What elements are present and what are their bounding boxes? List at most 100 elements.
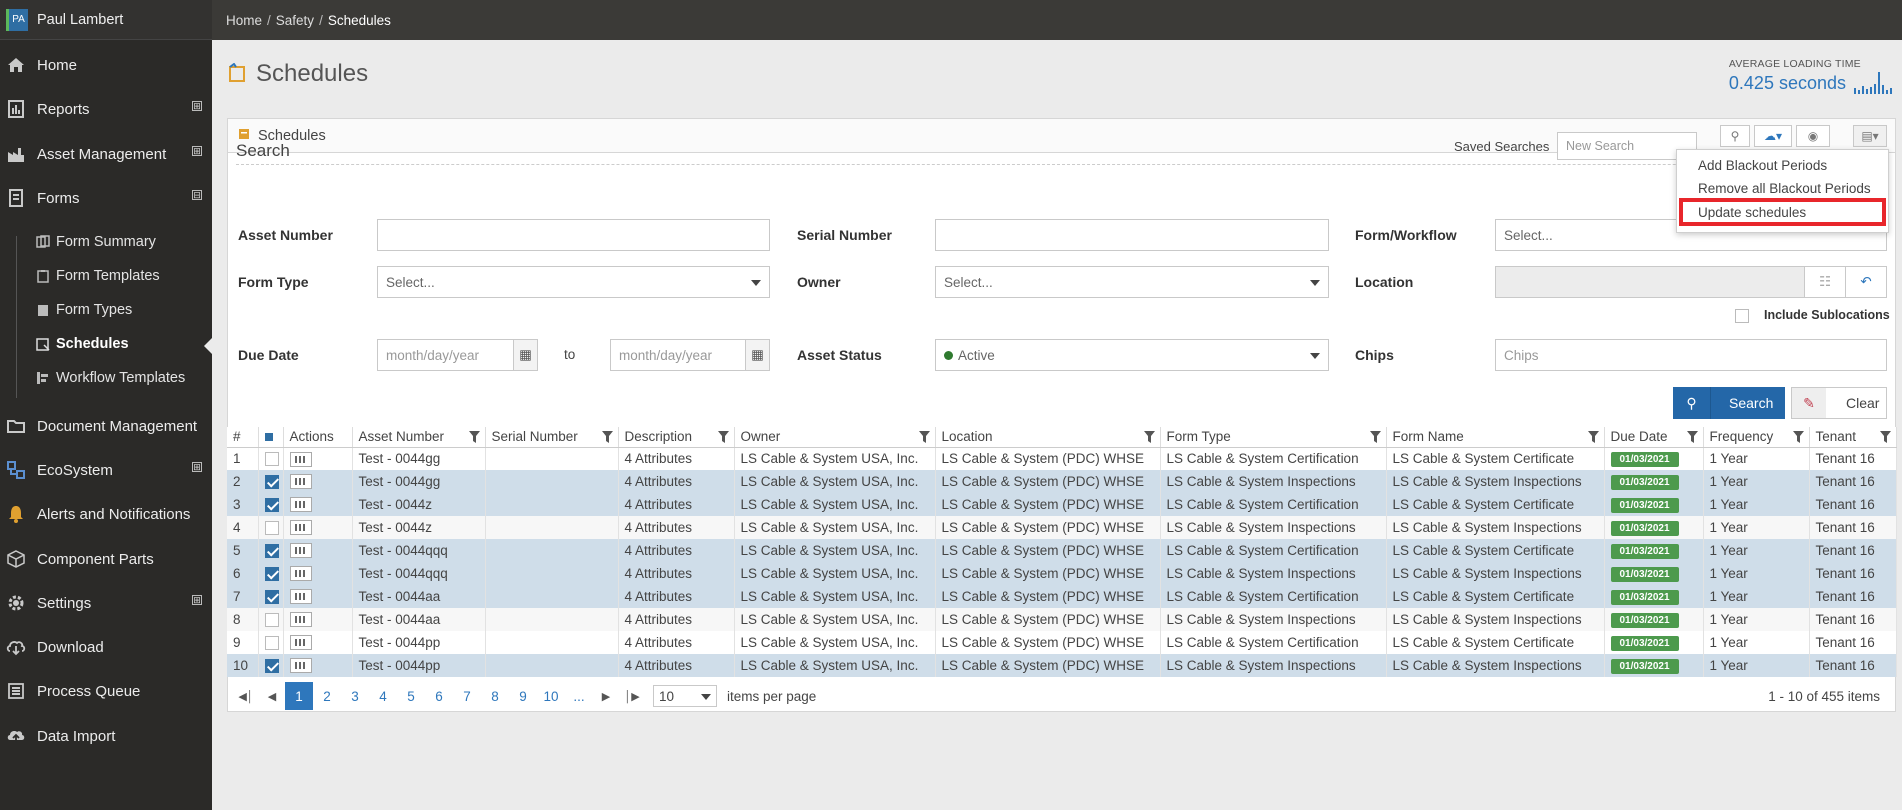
table-row[interactable]: 5 Test - 0044qqq 4 Attributes LS Cable & Sy… — [227, 539, 1897, 562]
row-select-checkbox[interactable] — [264, 521, 279, 536]
page-2[interactable]: 2 — [313, 682, 341, 710]
row-select-checkbox[interactable] — [264, 636, 279, 651]
next-page-button[interactable]: ▶ — [593, 682, 619, 710]
column-header-tenant[interactable]: Tenant — [1809, 427, 1897, 448]
filter-icon[interactable] — [1792, 431, 1804, 443]
location-tree-button[interactable]: ☷ — [1804, 266, 1846, 298]
row-actions-icon[interactable] — [289, 520, 312, 536]
owner-select[interactable]: Select... — [935, 266, 1329, 298]
breadcrumb-home[interactable]: Home — [226, 13, 262, 28]
expand-icon[interactable]: ⊞ — [192, 462, 202, 472]
table-row[interactable]: 2 Test - 0044gg 4 Attributes LS Cable & Sys… — [227, 470, 1897, 493]
row-select-checkbox[interactable] — [264, 659, 279, 674]
filter-icon[interactable] — [1143, 431, 1155, 443]
filter-icon[interactable] — [468, 431, 480, 443]
filter-icon[interactable] — [601, 431, 613, 443]
page-6[interactable]: 6 — [425, 682, 453, 710]
sidebar-item-alerts[interactable]: Alerts and Notifications — [0, 496, 212, 532]
asset-status-select[interactable]: Active — [935, 339, 1329, 371]
row-actions-icon[interactable] — [289, 497, 312, 513]
row-actions-icon[interactable] — [289, 566, 312, 582]
sidebar-item-data-import[interactable]: Data Import — [0, 718, 212, 754]
sidebar-item-download[interactable]: Download — [0, 629, 212, 665]
row-select-checkbox[interactable] — [264, 567, 279, 582]
menu-item-add-blackout[interactable]: Add Blackout Periods — [1698, 158, 1827, 173]
column-header-location[interactable]: Location — [935, 427, 1161, 448]
expand-icon[interactable]: ⊞ — [192, 595, 202, 605]
select-all-icon[interactable] — [264, 433, 273, 442]
location-input[interactable] — [1495, 266, 1805, 298]
search-toggle-button[interactable]: ⚲ — [1720, 125, 1750, 147]
sidebar-item-ecosystem[interactable]: EcoSystem ⊞ — [0, 452, 212, 488]
sidebar-item-document-management[interactable]: Document Management — [0, 408, 212, 444]
menu-item-remove-blackout[interactable]: Remove all Blackout Periods — [1698, 181, 1871, 196]
row-select-checkbox[interactable] — [264, 475, 279, 490]
row-actions-icon[interactable] — [289, 658, 312, 674]
page-size-select[interactable]: 10 — [653, 685, 717, 707]
sidebar-item-reports[interactable]: Reports ⊞ — [0, 91, 212, 127]
row-actions-icon[interactable] — [289, 635, 312, 651]
page-7[interactable]: 7 — [453, 682, 481, 710]
page-8[interactable]: 8 — [481, 682, 509, 710]
table-row[interactable]: 4 Test - 0044z 4 Attributes LS Cable & Syst… — [227, 516, 1897, 539]
page-3[interactable]: 3 — [341, 682, 369, 710]
page-5[interactable]: 5 — [397, 682, 425, 710]
calendar-icon[interactable]: ▦ — [513, 340, 537, 370]
column-header-due-date[interactable]: Due Date — [1604, 427, 1704, 448]
breadcrumb-safety[interactable]: Safety — [276, 13, 314, 28]
row-select-checkbox[interactable] — [264, 498, 279, 513]
table-row[interactable]: 7 Test - 0044aa 4 Attributes LS Cable & Sys… — [227, 585, 1897, 608]
sidebar-item-asset-management[interactable]: Asset Management ⊞ — [0, 136, 212, 172]
filter-icon[interactable] — [1587, 431, 1599, 443]
table-row[interactable]: 10 Test - 0044pp 4 Attributes LS Cable & Sy… — [227, 654, 1897, 677]
user-header[interactable]: PA Paul Lambert — [0, 0, 212, 40]
column-header-description[interactable]: Description — [618, 427, 735, 448]
table-row[interactable]: 6 Test - 0044qqq 4 Attributes LS Cable & Sy… — [227, 562, 1897, 585]
sidebar-subitem-form-templates[interactable]: Form Templates — [0, 261, 212, 291]
row-select-checkbox[interactable] — [264, 590, 279, 605]
prev-page-button[interactable]: ◀ — [259, 682, 285, 710]
row-select-checkbox[interactable] — [264, 613, 279, 628]
table-row[interactable]: 3 Test - 0044z 4 Attributes LS Cable & Syst… — [227, 493, 1897, 516]
column-header-asset-number[interactable]: Asset Number — [352, 427, 486, 448]
filter-icon[interactable] — [717, 431, 729, 443]
sidebar-item-component-parts[interactable]: Component Parts — [0, 541, 212, 577]
page-10[interactable]: 10 — [537, 682, 565, 710]
include-sublocations-checkbox[interactable] — [1735, 309, 1749, 323]
filter-icon[interactable] — [1686, 431, 1698, 443]
more-actions-button[interactable]: ▤▾ — [1853, 125, 1887, 147]
serial-number-input[interactable] — [935, 219, 1329, 251]
calendar-icon[interactable]: ▦ — [745, 340, 769, 370]
search-button[interactable]: ⚲ Search — [1673, 387, 1785, 419]
form-type-select[interactable]: Select... — [377, 266, 770, 298]
sidebar-item-home[interactable]: Home — [0, 47, 212, 83]
clear-button[interactable]: ✎ Clear — [1791, 387, 1887, 419]
expand-icon[interactable]: ⊞ — [192, 146, 202, 156]
row-actions-icon[interactable] — [289, 474, 312, 490]
last-page-button[interactable]: │▶ — [619, 682, 645, 710]
column-header-serial-number[interactable]: Serial Number — [485, 427, 619, 448]
table-row[interactable]: 1 Test - 0044gg 4 Attributes LS Cable & Sys… — [227, 447, 1897, 470]
view-button[interactable]: ◉ — [1796, 125, 1830, 147]
first-page-button[interactable]: ◀│ — [233, 682, 259, 710]
column-header-owner[interactable]: Owner — [734, 427, 936, 448]
page-4[interactable]: 4 — [369, 682, 397, 710]
collapse-icon[interactable]: ⊟ — [192, 190, 202, 200]
sidebar-subitem-schedules[interactable]: Schedules — [0, 329, 212, 359]
row-actions-icon[interactable] — [289, 543, 312, 559]
filter-icon[interactable] — [1369, 431, 1381, 443]
sidebar-subitem-form-summary[interactable]: Form Summary — [0, 227, 212, 257]
page-more[interactable]: ... — [565, 682, 593, 710]
column-header-form-type[interactable]: Form Type — [1160, 427, 1387, 448]
location-reset-button[interactable]: ↶ — [1845, 266, 1887, 298]
asset-number-input[interactable] — [377, 219, 770, 251]
sidebar-item-settings[interactable]: Settings ⊞ — [0, 585, 212, 621]
table-row[interactable]: 9 Test - 0044pp 4 Attributes LS Cable & Sys… — [227, 631, 1897, 654]
filter-icon[interactable] — [1879, 431, 1891, 443]
row-actions-icon[interactable] — [289, 589, 312, 605]
sidebar-subitem-workflow-templates[interactable]: Workflow Templates — [0, 363, 212, 393]
row-select-checkbox[interactable] — [264, 544, 279, 559]
column-header-frequency[interactable]: Frequency — [1703, 427, 1810, 448]
sidebar-item-process-queue[interactable]: Process Queue — [0, 673, 212, 709]
chips-input[interactable]: Chips — [1495, 339, 1887, 371]
